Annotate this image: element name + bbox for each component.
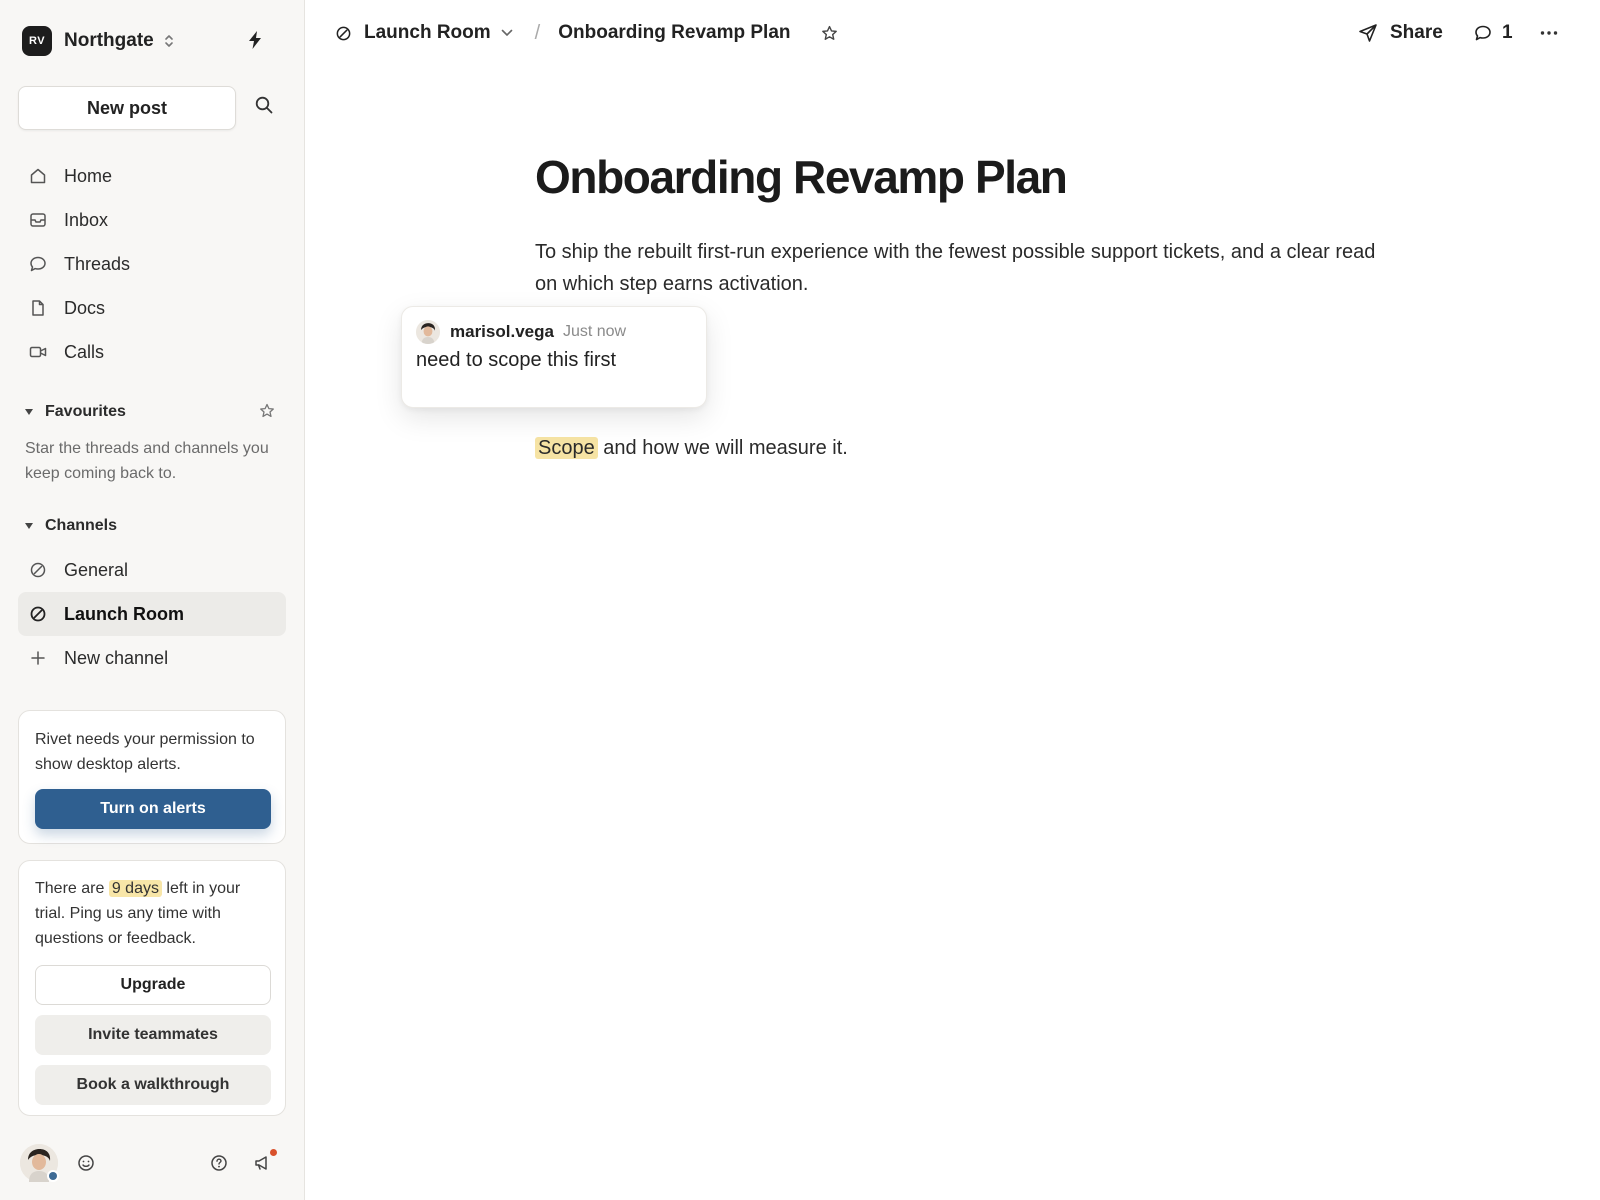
comment-popover: marisol.vega Just now need to scope this… <box>401 306 707 408</box>
trial-card-text: There are 9 days left in your trial. Pin… <box>35 876 269 951</box>
sidebar-footer <box>0 1142 305 1190</box>
channel-icon <box>335 25 352 42</box>
person-portrait-icon <box>416 320 440 344</box>
book-walkthrough-button[interactable]: Book a walkthrough <box>35 1065 271 1105</box>
user-avatar[interactable] <box>20 1144 59 1182</box>
invite-teammates-button[interactable]: Invite teammates <box>35 1015 271 1055</box>
notification-dot <box>270 1149 277 1156</box>
favourites-header[interactable]: Favourites <box>25 400 275 424</box>
home-icon <box>28 167 48 185</box>
more-options-icon[interactable] <box>1540 20 1558 46</box>
chevron-updown-icon <box>164 33 174 49</box>
trial-text-before: There are <box>35 880 105 897</box>
calls-icon <box>28 343 48 361</box>
commented-text-highlight[interactable]: Scope <box>535 437 598 459</box>
commenter-name[interactable]: marisol.vega <box>450 322 554 342</box>
channel-item-general[interactable]: General <box>18 548 286 592</box>
workspace-name: Northgate <box>64 30 154 51</box>
help-icon[interactable] <box>210 1154 228 1172</box>
nav-item-home[interactable]: Home <box>18 154 286 198</box>
main-nav: Home Inbox Threads Docs Calls <box>18 154 286 374</box>
channel-icon <box>28 605 48 623</box>
breadcrumb-doc-title[interactable]: Onboarding Revamp Plan <box>558 22 790 44</box>
sidebar: RV Northgate New post Home Inbox Threads… <box>0 0 305 1200</box>
favourites-hint: Star the threads and channels you keep c… <box>25 440 269 482</box>
workspace-switcher[interactable]: RV Northgate <box>22 24 174 58</box>
announcement-icon[interactable] <box>253 1154 271 1172</box>
channels-title: Channels <box>45 517 118 534</box>
channel-list: General Launch Room New channel <box>18 548 286 680</box>
doc-paragraph[interactable]: Scope and how we will measure it. <box>535 432 848 464</box>
new-post-button[interactable]: New post <box>18 86 236 130</box>
search-icon[interactable] <box>255 96 273 114</box>
new-channel-label: New channel <box>64 647 169 668</box>
emoji-icon[interactable] <box>77 1154 95 1172</box>
channels-header[interactable]: Channels <box>25 514 275 538</box>
new-channel-button[interactable]: New channel <box>18 636 286 680</box>
nav-item-calls[interactable]: Calls <box>18 330 286 374</box>
comment-timestamp: Just now <box>562 323 627 340</box>
share-label: Share <box>1390 22 1443 43</box>
nav-item-threads[interactable]: Threads <box>18 242 286 286</box>
plus-icon <box>28 650 48 666</box>
comment-count: 1 <box>1502 22 1513 43</box>
nav-label: Calls <box>64 341 105 362</box>
commenter-avatar <box>416 320 440 344</box>
breadcrumb: Launch Room / Onboarding Revamp Plan <box>335 18 838 48</box>
nav-label: Home <box>64 165 113 186</box>
breadcrumb-channel[interactable]: Launch Room <box>335 22 513 44</box>
collapse-triangle-icon <box>25 523 33 529</box>
upgrade-button[interactable]: Upgrade <box>35 965 271 1005</box>
workspace-badge: RV <box>22 26 52 56</box>
nav-item-inbox[interactable]: Inbox <box>18 198 286 242</box>
channel-label: Launch Room <box>64 603 184 624</box>
threads-icon <box>28 255 48 273</box>
chevron-down-icon <box>501 29 513 37</box>
trial-days-highlight: 9 days <box>108 880 162 897</box>
presence-indicator <box>47 1170 59 1182</box>
doc-paragraph[interactable]: To ship the rebuilt first-run experience… <box>535 236 1385 300</box>
channel-item-launch-room[interactable]: Launch Room <box>18 592 286 636</box>
bolt-icon[interactable] <box>248 30 262 50</box>
favourites-title: Favourites <box>45 403 126 420</box>
share-button[interactable]: Share <box>1358 20 1443 46</box>
channel-label: General <box>64 559 129 580</box>
breadcrumb-channel-label: Launch Room <box>364 22 491 43</box>
channel-icon <box>28 561 48 579</box>
send-icon <box>1358 23 1378 43</box>
alerts-card-text: Rivet needs your permission to show desk… <box>35 731 255 773</box>
nav-item-docs[interactable]: Docs <box>18 286 286 330</box>
nav-label: Inbox <box>64 209 109 230</box>
comments-button[interactable]: 1 <box>1474 20 1513 46</box>
inbox-icon <box>28 211 48 229</box>
comment-icon <box>1474 24 1492 42</box>
doc-text: and how we will measure it. <box>597 437 848 459</box>
star-icon[interactable] <box>821 25 838 42</box>
doc-title[interactable]: Onboarding Revamp Plan <box>535 150 1068 204</box>
turn-on-alerts-button[interactable]: Turn on alerts <box>35 789 271 829</box>
collapse-triangle-icon <box>25 409 33 415</box>
docs-icon <box>28 299 48 317</box>
alerts-permission-card: Rivet needs your permission to show desk… <box>18 710 286 844</box>
star-icon[interactable] <box>259 403 275 419</box>
trial-card: There are 9 days left in your trial. Pin… <box>18 860 286 1116</box>
comment-header: marisol.vega Just now <box>416 319 626 345</box>
nav-label: Threads <box>64 253 131 274</box>
comment-text: need to scope this first <box>416 349 617 371</box>
nav-label: Docs <box>64 297 106 318</box>
breadcrumb-separator: / <box>534 21 541 44</box>
